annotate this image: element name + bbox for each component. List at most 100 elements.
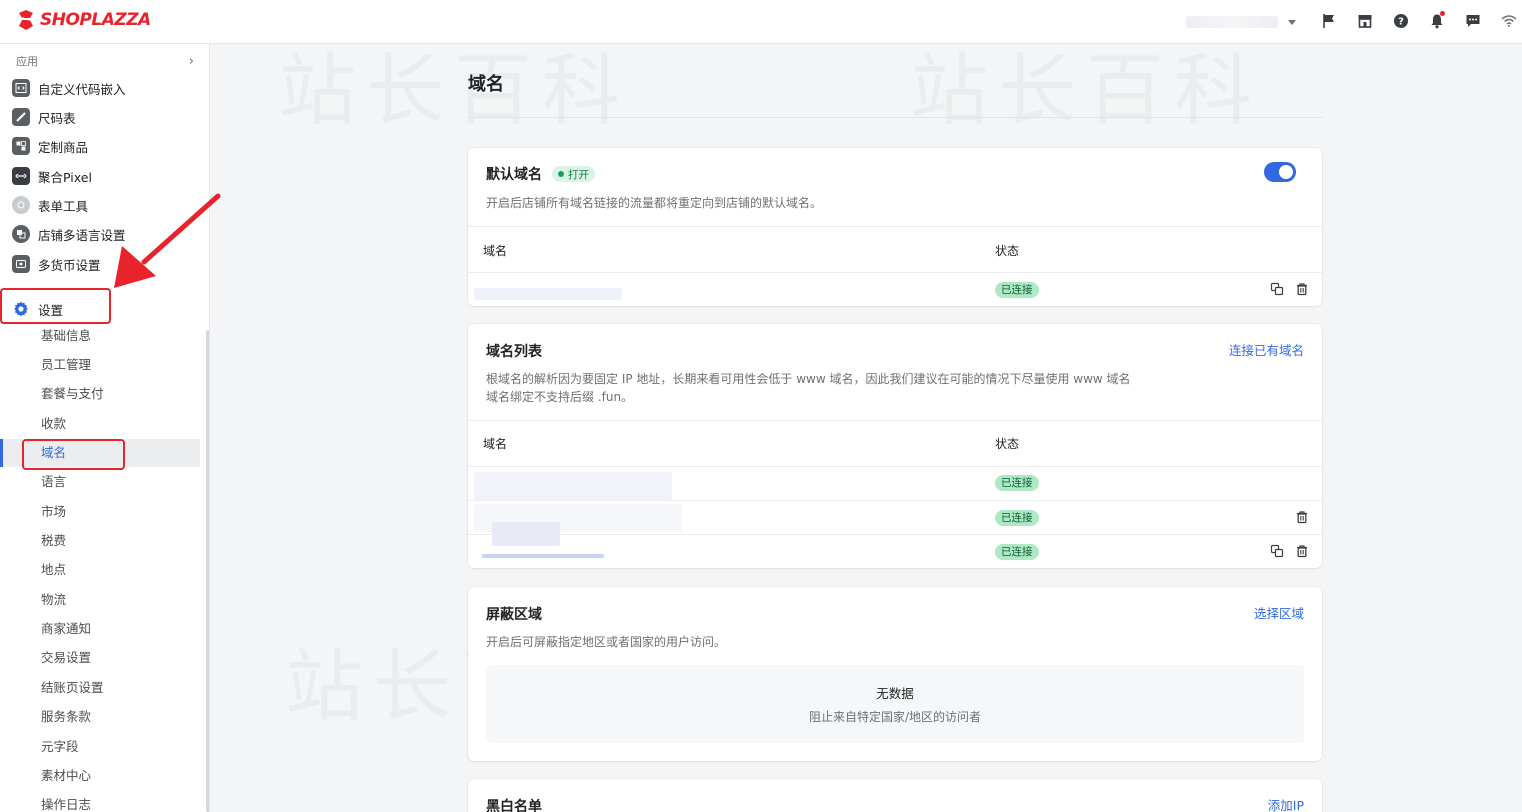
bell-icon[interactable] <box>1426 10 1448 32</box>
sidebar-item-form-tool[interactable]: 表单工具 <box>12 193 88 217</box>
status-badge: 已连接 <box>995 510 1039 526</box>
blocked-region-title: 屏蔽区域 <box>486 607 542 623</box>
domain-list-title: 域名列表 <box>486 344 542 360</box>
sidebar-item-label: 聚合Pixel <box>38 169 92 185</box>
svg-text:?: ? <box>1398 17 1404 28</box>
watermark: 站长百科 <box>278 46 631 136</box>
status-dot <box>558 171 564 177</box>
code-icon <box>12 79 30 97</box>
default-domain-title: 默认域名 打开 <box>486 164 595 184</box>
sidebar-scrollbar[interactable] <box>206 330 209 812</box>
store-selector[interactable] <box>1186 12 1304 32</box>
sidebar-item-pixel[interactable]: 聚合Pixel <box>12 164 92 188</box>
sidebar-item-assets[interactable]: 素材中心 <box>41 766 91 786</box>
sidebar-item-terms[interactable]: 服务条款 <box>41 707 91 727</box>
top-bar: SHOPLAZZA ? <box>0 0 1522 44</box>
chat-icon[interactable] <box>1462 10 1484 32</box>
domain-list-desc-2: 域名绑定不支持后缀 .fun。 <box>486 390 634 404</box>
sidebar-item-domain[interactable]: 域名 <box>41 443 66 463</box>
connect-domain-link[interactable]: 连接已有域名 <box>1229 340 1304 359</box>
column-header-domain: 域名 <box>483 244 508 258</box>
chevron-down-icon <box>1288 19 1296 25</box>
currency-icon <box>12 255 30 273</box>
chevron-right-icon: › <box>188 53 194 69</box>
blocked-region-card: 屏蔽区域 选择区域 开启后可屏蔽指定地区或者国家的用户访问。 无数据 阻止来自特… <box>468 587 1322 761</box>
copy-icon[interactable] <box>1270 282 1284 296</box>
sidebar-item-custom-product[interactable]: 定制商品 <box>12 134 88 158</box>
page-title: 域名 <box>468 74 504 95</box>
domain-name-blurred <box>474 288 622 300</box>
divider <box>468 466 1322 467</box>
sidebar: 应用 › 自定义代码嵌入 尺码表 定制商品 聚合Pixel 表单工具 店铺多语言… <box>0 44 210 812</box>
sidebar-item-language[interactable]: 语言 <box>41 472 66 492</box>
ip-list-title: 黑白名单 <box>486 799 542 812</box>
watermark: 站长百科 <box>910 46 1263 136</box>
language-icon <box>12 225 30 243</box>
domain-list-desc-1: 根域名的解析因为要固定 IP 地址，长期来看可用性会低于 www 域名，因此我们… <box>486 372 1131 386</box>
sidebar-item-label: 表单工具 <box>38 198 89 214</box>
divider <box>468 500 1322 501</box>
sidebar-item-shipping[interactable]: 物流 <box>41 590 66 610</box>
column-header-status: 状态 <box>995 437 1020 451</box>
divider <box>468 226 1322 227</box>
sidebar-item-staff[interactable]: 员工管理 <box>41 355 91 375</box>
blocked-region-desc: 开启后可屏蔽指定地区或者国家的用户访问。 <box>486 635 727 649</box>
delete-icon[interactable] <box>1295 510 1309 524</box>
sidebar-item-settings[interactable]: 设置 <box>12 297 63 321</box>
sidebar-item-label: 自定义代码嵌入 <box>38 81 126 97</box>
sidebar-item-label: 店铺多语言设置 <box>38 227 126 243</box>
sidebar-item-label: 定制商品 <box>38 139 89 155</box>
active-item-indicator <box>0 439 3 467</box>
sidebar-item-multi-currency[interactable]: 多货币设置 <box>12 252 101 276</box>
sidebar-item-size-chart[interactable]: 尺码表 <box>12 105 76 129</box>
sidebar-item-notifications[interactable]: 商家通知 <box>41 619 91 639</box>
sidebar-item-multi-language[interactable]: 店铺多语言设置 <box>12 222 126 246</box>
ip-list-card: 黑白名单 添加IP <box>468 779 1322 812</box>
default-domain-card: 默认域名 打开 开启后店铺所有域名链接的流量都将重定向到店铺的默认域名。 域名 … <box>468 148 1322 306</box>
settings-label: 设置 <box>38 302 64 318</box>
sidebar-item-metafields[interactable]: 元字段 <box>41 737 79 757</box>
default-domain-title-text: 默认域名 <box>486 167 542 183</box>
sidebar-item-checkout-settings[interactable]: 交易设置 <box>41 648 91 668</box>
delete-icon[interactable] <box>1295 544 1309 558</box>
sidebar-item-custom-code[interactable]: 自定义代码嵌入 <box>12 76 126 100</box>
empty-state-subtitle: 阻止来自特定国家/地区的访问者 <box>808 710 982 724</box>
sidebar-item-market[interactable]: 市场 <box>41 502 66 522</box>
sidebar-item-basic-info[interactable]: 基础信息 <box>41 326 91 346</box>
sidebar-item-tax[interactable]: 税费 <box>41 531 66 551</box>
column-header-status: 状态 <box>995 244 1020 258</box>
status-badge: 已连接 <box>995 282 1039 298</box>
store-icon[interactable] <box>1354 10 1376 32</box>
divider <box>468 272 1322 273</box>
apps-section-header[interactable]: 应用 › <box>16 53 194 69</box>
store-name-blurred <box>1186 16 1278 28</box>
title-divider <box>468 117 1322 118</box>
delete-icon[interactable] <box>1295 282 1309 296</box>
flag-icon[interactable] <box>1318 10 1340 32</box>
domain-list-card: 域名列表 连接已有域名 根域名的解析因为要固定 IP 地址，长期来看可用性会低于… <box>468 324 1322 568</box>
default-domain-toggle[interactable] <box>1264 162 1296 182</box>
sidebar-item-location[interactable]: 地点 <box>41 560 66 580</box>
sidebar-item-label: 多货币设置 <box>38 257 101 273</box>
status-badge: 已连接 <box>995 544 1039 560</box>
ruler-icon <box>12 108 30 126</box>
wifi-icon[interactable] <box>1498 10 1520 32</box>
help-icon[interactable]: ? <box>1390 10 1412 32</box>
domain-name-blurred <box>474 472 672 500</box>
sidebar-item-label: 尺码表 <box>38 110 76 126</box>
custom-product-icon <box>12 137 30 155</box>
add-ip-link[interactable]: 添加IP <box>1268 795 1304 812</box>
status-badge-label: 打开 <box>568 168 589 181</box>
sidebar-item-checkout-page[interactable]: 结账页设置 <box>41 678 104 698</box>
notification-dot <box>1440 11 1445 16</box>
sidebar-item-payments[interactable]: 收款 <box>41 414 66 434</box>
shoplazza-logo[interactable]: SHOPLAZZA <box>16 9 151 31</box>
form-icon <box>12 196 30 214</box>
copy-icon[interactable] <box>1270 544 1284 558</box>
empty-state: 无数据 阻止来自特定国家/地区的访问者 <box>486 665 1304 743</box>
select-region-link[interactable]: 选择区域 <box>1254 603 1304 622</box>
sidebar-item-activity-log[interactable]: 操作日志 <box>41 795 91 812</box>
sidebar-item-plan-payment[interactable]: 套餐与支付 <box>41 384 104 404</box>
pixel-icon <box>12 167 30 185</box>
default-domain-desc: 开启后店铺所有域名链接的流量都将重定向到店铺的默认域名。 <box>486 196 823 210</box>
